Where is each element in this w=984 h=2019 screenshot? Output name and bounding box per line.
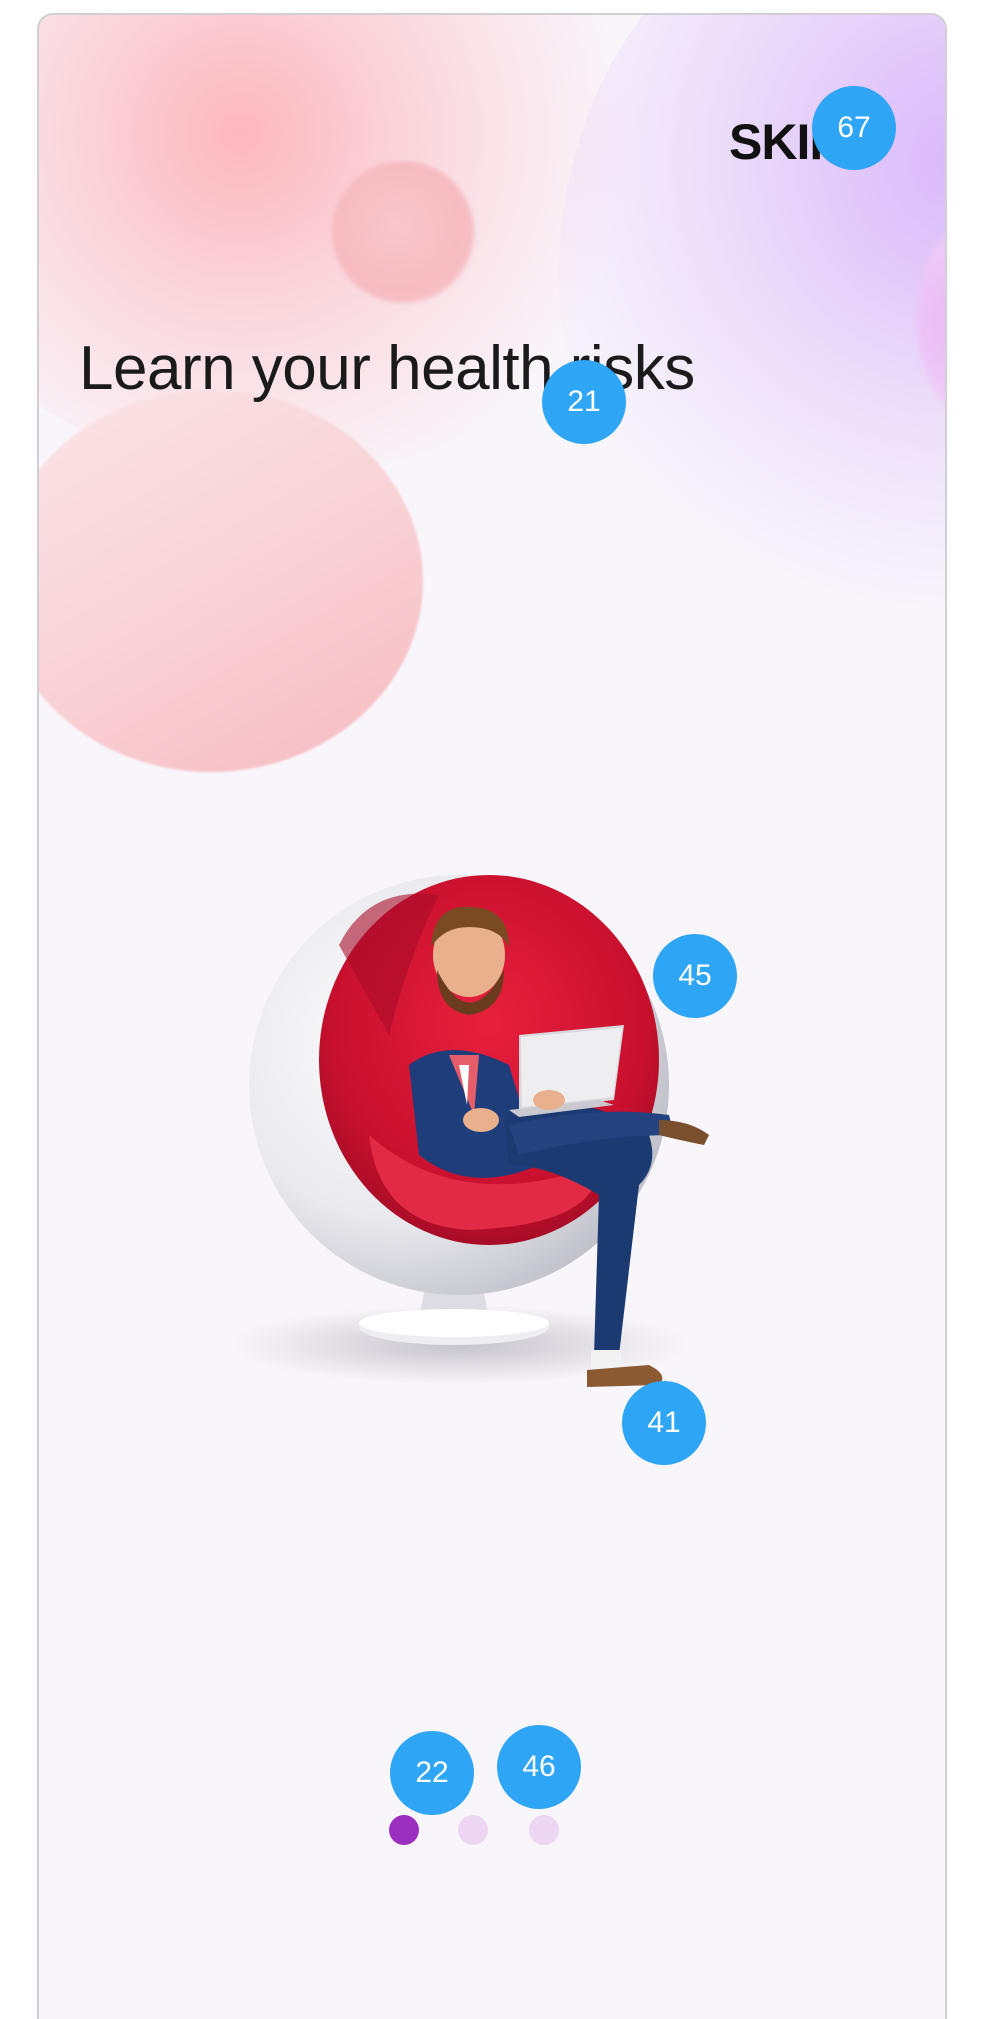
- annotation-badge: 45: [653, 934, 737, 1018]
- man-in-egg-chair-illustration: [229, 875, 709, 1387]
- annotation-badge: 21: [542, 360, 626, 444]
- decorative-bubble-small: [332, 161, 474, 303]
- page-indicator: [389, 1815, 589, 1855]
- annotation-badge: 22: [390, 1731, 474, 1815]
- annotation-badge: 46: [497, 1725, 581, 1809]
- annotation-badge: 67: [812, 86, 896, 170]
- page-dot-1-active[interactable]: [389, 1815, 419, 1845]
- onboarding-screen: SKIP Learn your health risks: [37, 13, 947, 2019]
- page-dot-2[interactable]: [458, 1815, 488, 1845]
- annotation-badge: 41: [622, 1381, 706, 1465]
- page-dot-3[interactable]: [529, 1815, 559, 1845]
